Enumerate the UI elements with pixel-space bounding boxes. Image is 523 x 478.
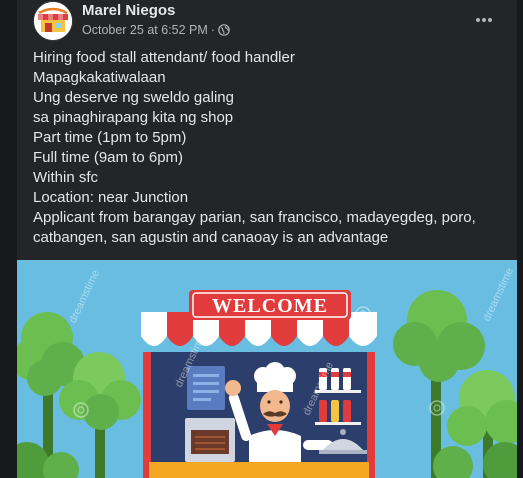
author-name[interactable]: Marel Niegos: [82, 2, 175, 19]
ketchup-bottle: [319, 400, 327, 422]
post-meta: October 25 at 6:52 PM ·: [82, 22, 230, 38]
stall-counter: [149, 462, 369, 478]
post-text-line: Mapagkakatiwalaan: [33, 69, 166, 86]
post-text-line: Full time (9am to 6pm): [33, 149, 184, 166]
globe-icon[interactable]: [218, 24, 230, 36]
more-horizontal-icon: [476, 18, 492, 22]
post-text-line: Location: near Junction: [33, 189, 189, 206]
menu-board: [187, 366, 225, 410]
avatar[interactable]: [33, 1, 73, 41]
post-timestamp[interactable]: October 25 at 6:52 PM: [82, 23, 208, 37]
post-header: Marel Niegos October 25 at 6:52 PM ·: [17, 0, 517, 44]
post-card: Marel Niegos October 25 at 6:52 PM · Hir…: [17, 0, 517, 478]
page-background: Marel Niegos October 25 at 6:52 PM · Hir…: [0, 0, 523, 478]
welcome-sign: WELCOME: [189, 290, 351, 320]
post-text-line: Ung deserve ng sweldo galing: [33, 89, 234, 106]
post-text: Hiring food stall attendant/ food handle…: [33, 48, 503, 248]
post-text-line: Within sfc: [33, 169, 99, 186]
post-text-line: catbangen, san agustin and canaoay is an…: [33, 229, 389, 246]
mustard-bottle: [331, 400, 339, 422]
cup: [343, 368, 351, 390]
post-text-line: Part time (1pm to 5pm): [33, 129, 187, 146]
post-text-line: Hiring food stall attendant/ food handle…: [33, 49, 295, 66]
post-text-line: sa pinaghirapang kita ng shop: [33, 109, 234, 126]
meta-separator: ·: [210, 23, 215, 37]
post-text-line: Applicant from barangay parian, san fran…: [33, 209, 476, 226]
food-stall-illustration: WELCOME dreamstime dreamstime dreamstime…: [17, 260, 517, 478]
welcome-sign-text: WELCOME: [212, 295, 328, 317]
post-image[interactable]: WELCOME dreamstime dreamstime dreamstime…: [17, 260, 517, 478]
more-options-button[interactable]: [468, 4, 500, 36]
ketchup-bottle: [343, 400, 351, 422]
shop-logo: [34, 2, 72, 40]
